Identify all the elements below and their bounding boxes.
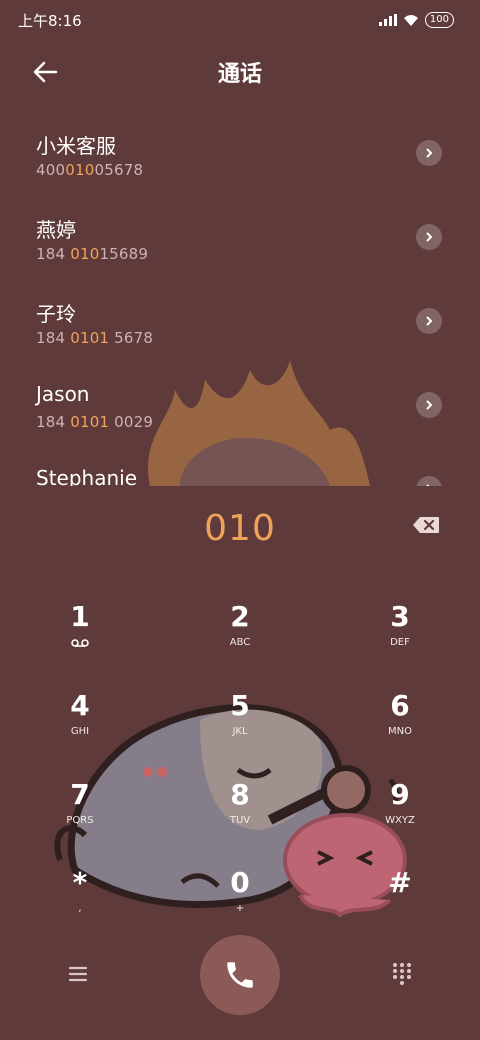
key-digit: 7 <box>70 778 90 811</box>
key-star[interactable]: * , <box>20 866 140 938</box>
key-digit: 1 <box>70 600 90 633</box>
key-digit: 5 <box>230 689 250 722</box>
bottom-action-bar <box>0 930 480 1020</box>
dialed-number[interactable]: 010 <box>0 508 480 549</box>
contact-list: 小米客服 40001005678 燕婷 184 01015689 子玲 184 … <box>0 112 480 486</box>
key-digit: 9 <box>390 778 410 811</box>
key-digit: * <box>72 866 88 899</box>
contact-name: 子玲 <box>36 302 76 326</box>
battery-indicator: 100 <box>424 12 454 28</box>
key-hash[interactable]: # <box>340 866 460 938</box>
signal-icon <box>378 14 397 26</box>
key-8[interactable]: 8 TUV <box>180 778 300 850</box>
key-letters: , <box>78 903 82 914</box>
key-letters: TUV <box>229 815 251 826</box>
key-9[interactable]: 9 WXYZ <box>340 778 460 850</box>
key-digit: 0 <box>230 866 250 899</box>
backspace-icon <box>413 517 439 533</box>
key-digit: # <box>388 866 412 899</box>
key-letters: DEF <box>390 637 410 648</box>
contact-number: 184 0101 5678 <box>36 329 154 347</box>
chevron-right-icon <box>426 232 433 242</box>
contact-detail-button[interactable] <box>416 476 442 486</box>
contact-detail-button[interactable] <box>416 308 442 334</box>
key-1[interactable]: 1 <box>20 600 140 672</box>
key-digit: 6 <box>390 689 410 722</box>
call-button[interactable] <box>200 935 280 1015</box>
contact-item[interactable]: 子玲 184 0101 5678 <box>0 280 480 364</box>
contact-detail-button[interactable] <box>416 392 442 418</box>
contact-detail-button[interactable] <box>416 224 442 250</box>
dialpad-toggle-button[interactable] <box>388 960 416 988</box>
backspace-button[interactable] <box>412 516 440 534</box>
key-digit: 4 <box>70 689 90 722</box>
contact-name: Stephanie <box>36 466 138 486</box>
contact-item[interactable]: Jason 184 0101 0029 <box>0 364 480 448</box>
contact-item[interactable]: Stephanie <box>0 448 480 486</box>
contact-name: 燕婷 <box>36 218 76 242</box>
voicemail-icon <box>71 639 89 647</box>
key-letters: + <box>235 903 245 914</box>
phone-icon <box>227 962 253 988</box>
chevron-right-icon <box>426 148 433 158</box>
key-3[interactable]: 3 DEF <box>340 600 460 672</box>
dialpad-icon <box>393 963 411 985</box>
key-0[interactable]: 0 + <box>180 866 300 938</box>
dial-display: 010 <box>0 486 480 566</box>
status-bar: 上午8:16 100 <box>0 0 480 40</box>
menu-icon <box>68 966 88 982</box>
contact-detail-button[interactable] <box>416 140 442 166</box>
key-letters: JKL <box>232 726 248 737</box>
contact-name: Jason <box>36 382 90 406</box>
key-6[interactable]: 6 MNO <box>340 689 460 761</box>
contact-item[interactable]: 燕婷 184 01015689 <box>0 196 480 280</box>
menu-button[interactable] <box>64 962 92 986</box>
key-digit: 3 <box>390 600 410 633</box>
status-time: 上午8:16 <box>18 12 82 30</box>
chevron-right-icon <box>426 316 433 326</box>
key-letters: GHI <box>70 726 90 737</box>
contact-number: 184 01015689 <box>36 245 149 263</box>
contact-number: 40001005678 <box>36 161 144 179</box>
page-title: 通话 <box>217 62 262 87</box>
status-icons: 100 <box>378 12 454 28</box>
key-letters: PQRS <box>66 815 94 826</box>
key-letters: WXYZ <box>385 815 415 826</box>
key-digit: 8 <box>230 778 250 811</box>
key-digit: 2 <box>230 600 250 633</box>
key-7[interactable]: 7 PQRS <box>20 778 140 850</box>
contact-number: 184 0101 0029 <box>36 413 154 431</box>
key-letters: ABC <box>229 637 251 648</box>
chevron-right-icon <box>426 400 433 410</box>
contact-name: 小米客服 <box>36 134 116 158</box>
wifi-icon <box>403 15 418 26</box>
contact-item[interactable]: 小米客服 40001005678 <box>0 112 480 196</box>
key-2[interactable]: 2 ABC <box>180 600 300 672</box>
key-4[interactable]: 4 GHI <box>20 689 140 761</box>
dialpad: 1 2 ABC 3 DEF 4 GHI 5 JKL 6 MNO 7 PQRS 8… <box>0 600 480 920</box>
key-letters: MNO <box>388 726 412 737</box>
header: 通话 <box>0 48 480 98</box>
key-5[interactable]: 5 JKL <box>180 689 300 761</box>
